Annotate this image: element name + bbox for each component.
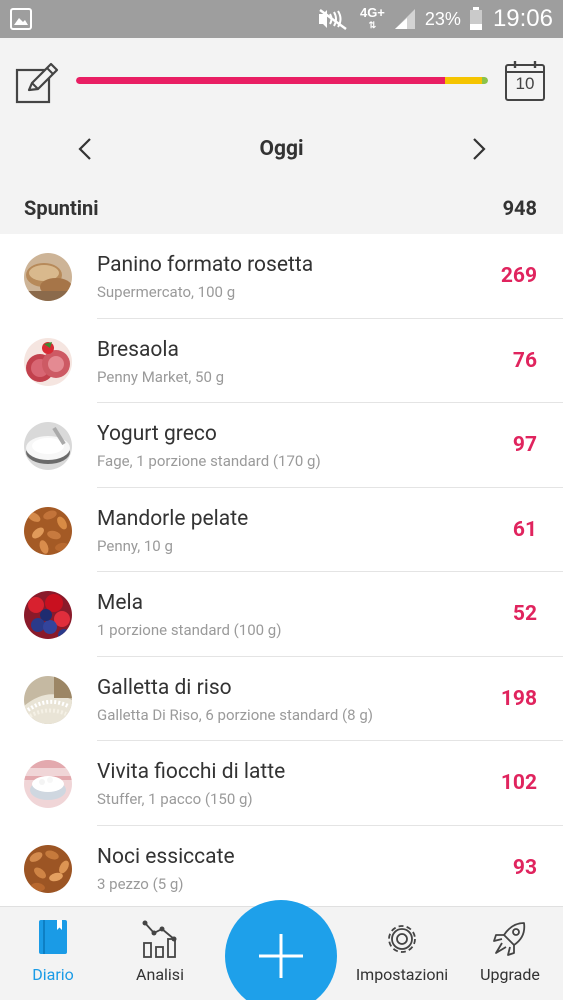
food-thumbnail-nuts	[24, 844, 72, 893]
food-list-item[interactable]: Vivita fiocchi di latte Stuffer, 1 pacco …	[0, 741, 563, 826]
food-name: Galletta di riso	[97, 675, 232, 700]
edit-icon[interactable]	[15, 60, 61, 106]
food-calories: 52	[512, 602, 537, 626]
plus-icon	[259, 934, 303, 978]
food-thumbnail-cottage-cheese	[24, 760, 72, 808]
food-description: Fage, 1 porzione standard (170 g)	[97, 452, 321, 470]
image-notification-icon	[10, 8, 32, 30]
tab-upgrade-label: Upgrade	[480, 965, 540, 984]
food-calories: 76	[512, 348, 537, 373]
food-list-item[interactable]: Mandorle pelate Penny, 10 g 61	[0, 488, 563, 572]
food-calories: 269	[500, 264, 537, 288]
status-bar: 4G+ ⇅ 23% 19:06	[0, 0, 563, 38]
food-list: Panino formato rosetta Supermercato, 100 …	[0, 234, 563, 906]
food-thumbnail-bread	[24, 253, 72, 301]
food-name: Mandorle pelate	[97, 506, 249, 531]
food-list-item[interactable]: Galletta di riso Galletta Di Riso, 6 porz…	[0, 657, 563, 741]
food-calories: 102	[500, 771, 537, 795]
food-calories: 198	[500, 686, 537, 711]
food-name: Mela	[97, 591, 143, 615]
next-day-icon[interactable]	[466, 136, 490, 162]
food-name: Noci essiccate	[97, 844, 235, 869]
food-description: 3 pezzo (5 g)	[97, 874, 184, 893]
progress-over-fill	[445, 77, 482, 84]
calendar-button[interactable]: 10	[504, 60, 546, 102]
tab-analysis[interactable]: Analisi	[110, 907, 210, 1000]
tab-diary[interactable]: Diario	[3, 907, 103, 1000]
food-description: Penny Market, 50 g	[97, 367, 225, 386]
diary-header: 10 Oggi	[0, 38, 563, 186]
add-food-button[interactable]	[225, 900, 337, 1000]
meal-section-total: 948	[502, 196, 537, 220]
food-name: Vivita fiocchi di latte	[97, 760, 286, 784]
progress-end-marker	[482, 77, 488, 84]
food-name: Bresaola	[97, 337, 179, 362]
rocket-icon	[493, 922, 526, 956]
tab-settings-label: Impostazioni	[355, 965, 449, 984]
progress-fill	[76, 77, 445, 84]
battery-icon	[469, 7, 482, 30]
food-description: 1 porzione standard (100 g)	[97, 621, 282, 639]
food-calories: 61	[512, 517, 537, 542]
analysis-chart-icon	[142, 920, 177, 958]
food-description: Stuffer, 1 pacco (150 g)	[97, 790, 253, 808]
tab-upgrade[interactable]: Upgrade	[460, 907, 560, 1000]
tab-diary-label: Diario	[32, 965, 74, 984]
food-thumbnail-cured-meat	[24, 337, 72, 386]
calorie-progress-bar	[76, 77, 488, 84]
diary-book-icon	[39, 920, 67, 954]
food-calories: 93	[512, 855, 537, 880]
network-indicator: 4G+ ⇅	[359, 5, 385, 30]
gear-icon	[388, 925, 416, 953]
food-calories: 97	[512, 433, 537, 457]
calendar-day-number: 10	[515, 74, 535, 93]
food-description: Galletta Di Riso, 6 porzione standard (8…	[97, 705, 373, 724]
tab-settings[interactable]: Impostazioni	[350, 907, 454, 1000]
food-name: Yogurt greco	[97, 422, 217, 446]
food-list-item[interactable]: Mela 1 porzione standard (100 g) 52	[0, 572, 563, 657]
food-list-item[interactable]: Bresaola Penny Market, 50 g 76	[0, 319, 563, 403]
signal-icon	[394, 9, 415, 29]
battery-percent: 23%	[424, 8, 461, 29]
food-thumbnail-almonds	[24, 506, 72, 555]
mute-icon	[318, 9, 347, 30]
food-thumbnail-berries	[24, 591, 72, 639]
food-thumbnail-rice	[24, 675, 72, 724]
tab-analysis-label: Analisi	[136, 965, 184, 984]
clock: 19:06	[492, 5, 553, 32]
food-description: Supermercato, 100 g	[97, 283, 236, 301]
food-list-item[interactable]: Noci essiccate 3 pezzo (5 g) 93	[0, 826, 563, 907]
food-description: Penny, 10 g	[97, 536, 173, 555]
food-list-item[interactable]: Panino formato rosetta Supermercato, 100 …	[0, 234, 563, 319]
food-list-item[interactable]: Yogurt greco Fage, 1 porzione standard (1…	[0, 403, 563, 488]
food-thumbnail-yogurt	[24, 422, 72, 470]
meal-section-title: Spuntini	[24, 196, 99, 220]
meal-section-header[interactable]: Spuntini 948	[0, 186, 563, 234]
food-name: Panino formato rosetta	[97, 253, 314, 277]
